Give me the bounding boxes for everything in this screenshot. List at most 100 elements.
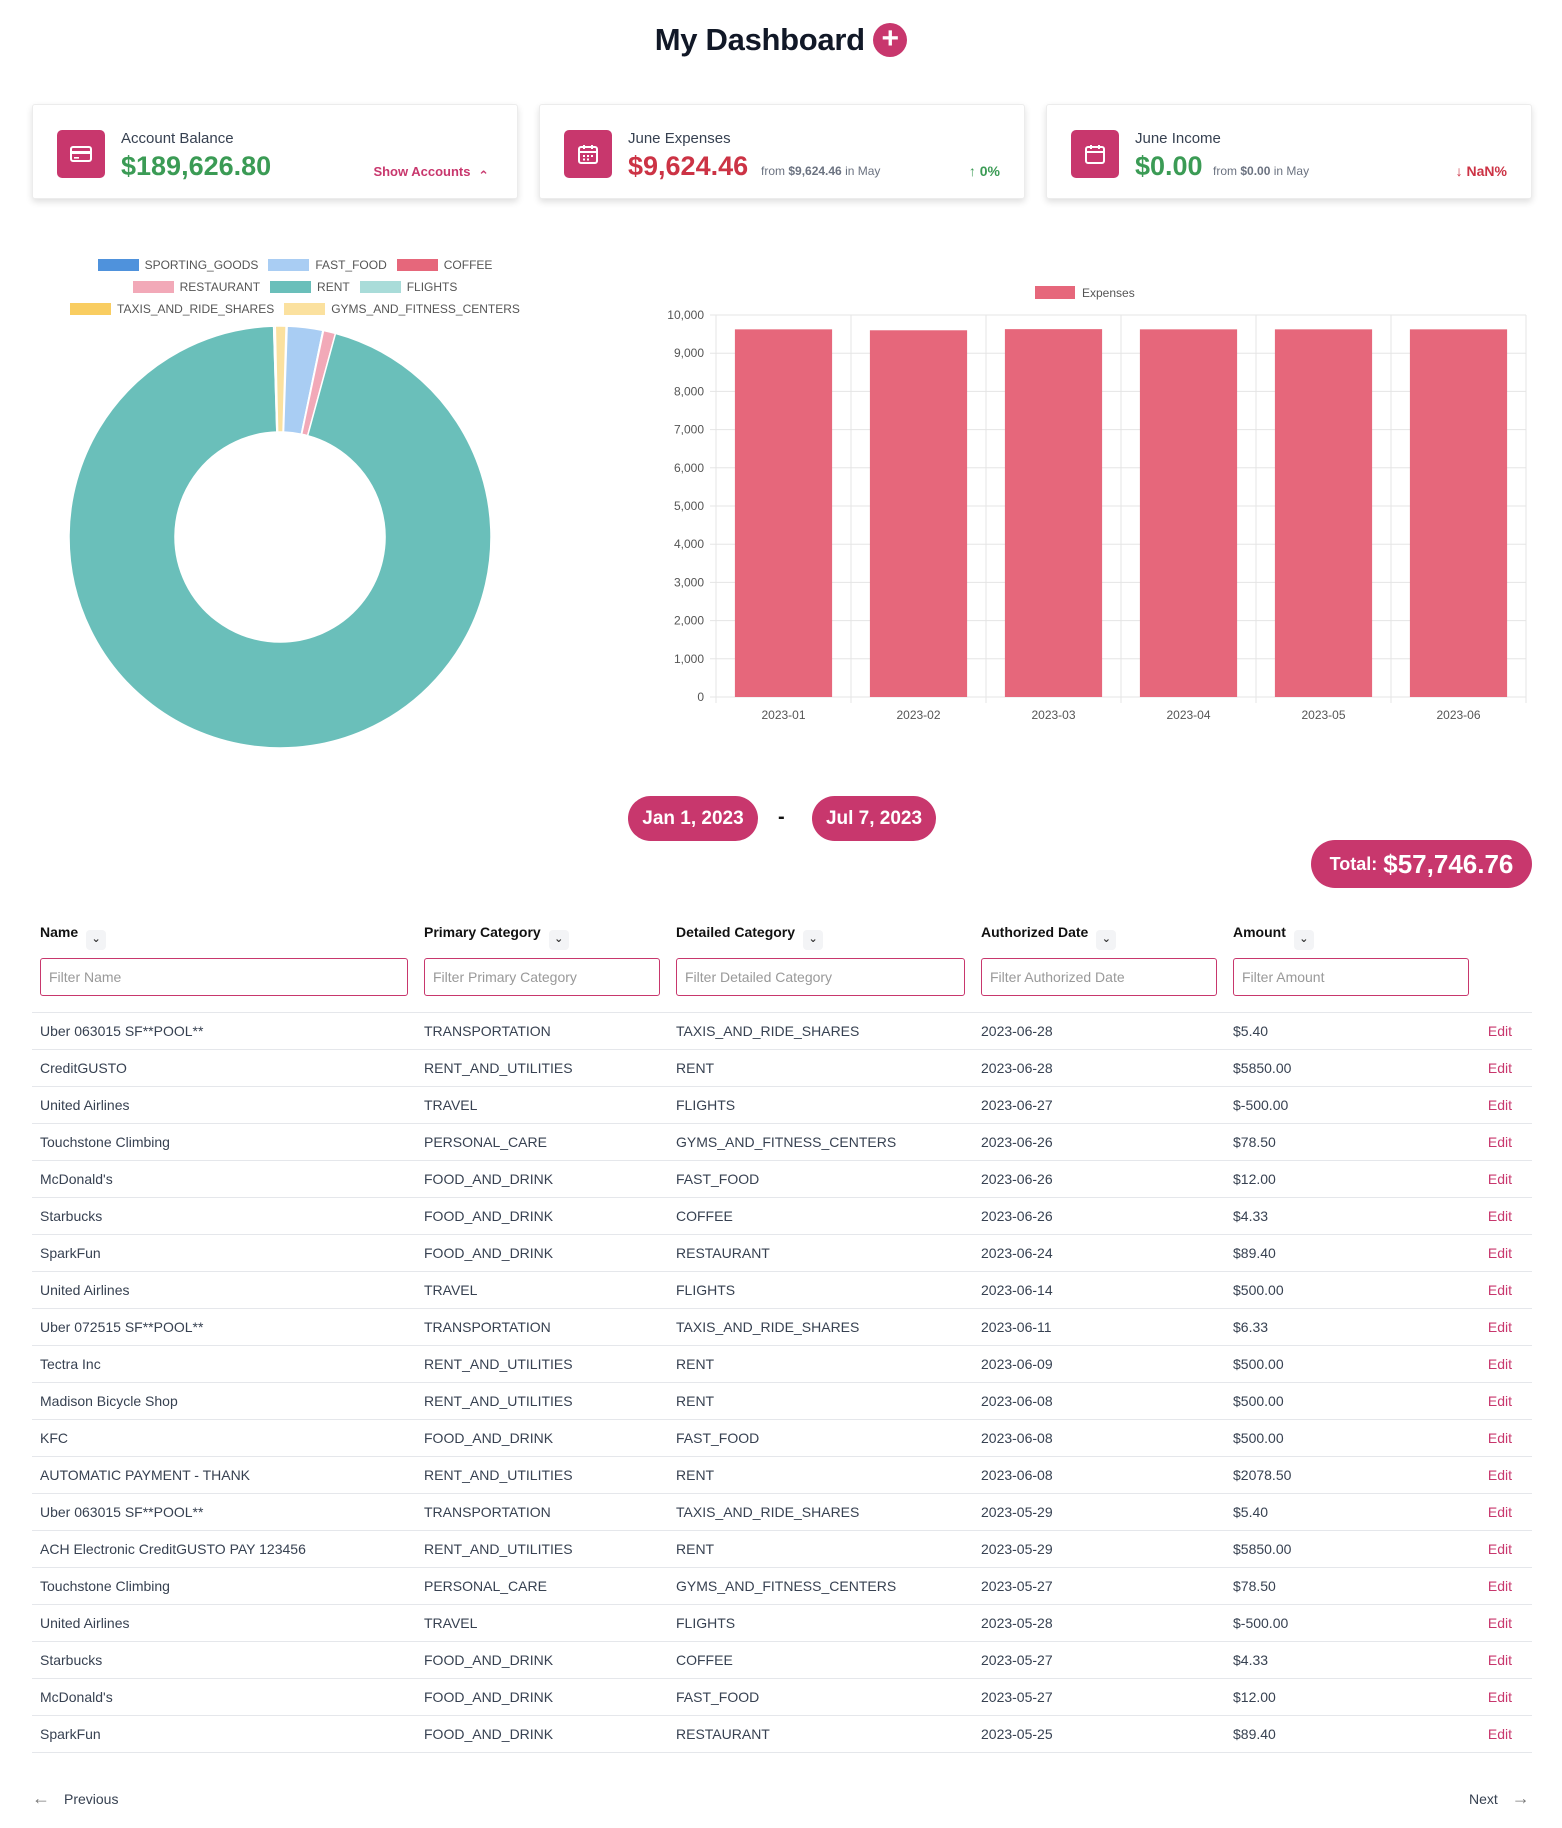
row-name: Starbucks <box>40 1208 103 1224</box>
column-header-amount[interactable]: Amount ⌄ <box>1233 924 1314 950</box>
expenses-delta-value: 0% <box>979 163 1000 179</box>
legend-row: TAXIS_AND_RIDE_SHARES GYMS_AND_FITNESS_CE… <box>60 302 530 316</box>
row-authorized-date: 2023-06-09 <box>981 1356 1053 1372</box>
y-tick-label: 8,000 <box>674 384 704 398</box>
y-tick-label: 2,000 <box>674 614 704 628</box>
edit-link[interactable]: Edit <box>1488 1393 1512 1409</box>
row-amount: $500.00 <box>1233 1393 1284 1409</box>
column-header-name[interactable]: Name ⌄ <box>40 924 107 950</box>
table-row: CreditGUSTO RENT_AND_UTILITIES RENT 2023-06… <box>32 1050 1532 1087</box>
legend-item[interactable]: RESTAURANT <box>132 280 260 294</box>
column-header-primary-category[interactable]: Primary Category ⌄ <box>424 924 569 950</box>
y-tick-label: 5,000 <box>674 499 704 513</box>
edit-link[interactable]: Edit <box>1488 1689 1512 1705</box>
row-primary-category: TRANSPORTATION <box>424 1504 551 1520</box>
income-value: $0.00 <box>1135 151 1203 181</box>
legend-item[interactable]: FLIGHTS <box>359 280 457 294</box>
previous-label: Previous <box>64 1791 119 1807</box>
row-amount: $89.40 <box>1233 1726 1276 1742</box>
chevron-down-icon[interactable]: ⌄ <box>86 930 107 950</box>
edit-link[interactable]: Edit <box>1488 1578 1512 1594</box>
edit-link[interactable]: Edit <box>1488 1726 1512 1742</box>
legend-item[interactable]: COFFEE <box>396 258 492 272</box>
legend-item[interactable]: SPORTING_GOODS <box>97 258 258 272</box>
account-balance-card: Account Balance $189,626.80 Show Account… <box>32 104 518 199</box>
column-header-authorized-date[interactable]: Authorized Date ⌄ <box>981 924 1117 950</box>
bar-expenses[interactable] <box>1139 329 1238 697</box>
legend-item[interactable]: TAXIS_AND_RIDE_SHARES <box>70 302 274 316</box>
income-delta-value: NaN% <box>1466 163 1507 179</box>
edit-link[interactable]: Edit <box>1488 1430 1512 1446</box>
legend-label-expenses: Expenses <box>1082 286 1135 300</box>
table-row: Touchstone Climbing PERSONAL_CARE GYMS_AND… <box>32 1124 1532 1161</box>
edit-link[interactable]: Edit <box>1488 1245 1512 1261</box>
column-header-detailed-category-label: Detailed Category <box>676 924 796 940</box>
edit-link[interactable]: Edit <box>1488 1652 1512 1668</box>
chevron-down-icon[interactable]: ⌄ <box>548 930 569 950</box>
filter-detailed-category-input[interactable] <box>676 958 965 996</box>
edit-link[interactable]: Edit <box>1488 1023 1512 1039</box>
end-date-button[interactable]: Jul 7, 2023 <box>812 796 936 841</box>
edit-link[interactable]: Edit <box>1488 1467 1512 1483</box>
legend-label: FAST_FOOD <box>315 258 387 272</box>
x-tick-label: 2023-05 <box>1301 708 1345 722</box>
row-primary-category: PERSONAL_CARE <box>424 1578 547 1594</box>
edit-link[interactable]: Edit <box>1488 1615 1512 1631</box>
bar-expenses[interactable] <box>734 329 833 697</box>
row-authorized-date: 2023-06-26 <box>981 1134 1053 1150</box>
row-authorized-date: 2023-06-11 <box>981 1319 1052 1335</box>
row-amount: $5.40 <box>1233 1023 1269 1039</box>
bar-expenses[interactable] <box>1004 329 1103 697</box>
filter-primary-category-input[interactable] <box>424 958 660 996</box>
row-primary-category: FOOD_AND_DRINK <box>424 1726 554 1742</box>
edit-link[interactable]: Edit <box>1488 1097 1512 1113</box>
row-name: SparkFun <box>40 1245 101 1261</box>
show-accounts-button[interactable]: Show Accounts ⌃ <box>373 164 489 183</box>
legend-item[interactable]: GYMS_AND_FITNESS_CENTERS <box>284 302 520 316</box>
row-name: Tectra Inc <box>40 1356 101 1372</box>
y-tick-label: 1,000 <box>674 652 704 666</box>
row-detailed-category: RENT <box>676 1467 715 1483</box>
category-donut-chart: SPORTING_GOODS FAST_FOOD COFFEE RESTAURANT R… <box>60 258 530 758</box>
filter-authorized-date-input[interactable] <box>981 958 1217 996</box>
y-tick-label: 10,000 <box>667 308 704 322</box>
row-detailed-category: RENT <box>676 1393 715 1409</box>
row-detailed-category: FLIGHTS <box>676 1097 736 1113</box>
edit-link[interactable]: Edit <box>1488 1134 1512 1150</box>
expenses-from-suffix: in May <box>845 164 881 178</box>
next-button[interactable]: Next → <box>1469 1788 1530 1809</box>
legend-swatch <box>284 303 326 315</box>
add-button[interactable]: + <box>873 23 908 57</box>
edit-link[interactable]: Edit <box>1488 1171 1512 1187</box>
chevron-down-icon[interactable]: ⌄ <box>1096 930 1117 950</box>
arrow-right-icon: → <box>1511 1788 1530 1808</box>
row-detailed-category: TAXIS_AND_RIDE_SHARES <box>676 1504 860 1520</box>
start-date-button[interactable]: Jan 1, 2023 <box>628 796 758 841</box>
income-delta: ↓ NaN% <box>1456 163 1507 179</box>
bar-expenses[interactable] <box>869 330 968 697</box>
legend-item[interactable]: FAST_FOOD <box>268 258 387 272</box>
edit-link[interactable]: Edit <box>1488 1282 1512 1298</box>
filter-name-input[interactable] <box>40 958 408 996</box>
row-detailed-category: FAST_FOOD <box>676 1689 760 1705</box>
bar-expenses[interactable] <box>1409 329 1508 697</box>
legend-item[interactable]: RENT <box>270 280 350 294</box>
income-from-prefix: from <box>1213 164 1237 178</box>
chevron-down-icon[interactable]: ⌄ <box>803 930 824 950</box>
show-accounts-label: Show Accounts <box>373 164 471 179</box>
chevron-down-icon[interactable]: ⌄ <box>1293 930 1314 950</box>
row-primary-category: FOOD_AND_DRINK <box>424 1652 554 1668</box>
summary-cards: Account Balance $189,626.80 Show Account… <box>32 104 1532 199</box>
row-amount: $4.33 <box>1233 1208 1269 1224</box>
edit-link[interactable]: Edit <box>1488 1541 1512 1557</box>
edit-link[interactable]: Edit <box>1488 1060 1512 1076</box>
edit-link[interactable]: Edit <box>1488 1208 1512 1224</box>
bar-expenses[interactable] <box>1274 329 1373 697</box>
edit-link[interactable]: Edit <box>1488 1504 1512 1520</box>
row-authorized-date: 2023-05-28 <box>981 1615 1053 1631</box>
column-header-detailed-category[interactable]: Detailed Category ⌄ <box>676 924 824 950</box>
previous-button[interactable]: ← Previous <box>32 1788 118 1809</box>
edit-link[interactable]: Edit <box>1488 1319 1512 1335</box>
filter-amount-input[interactable] <box>1233 958 1469 996</box>
edit-link[interactable]: Edit <box>1488 1356 1512 1372</box>
